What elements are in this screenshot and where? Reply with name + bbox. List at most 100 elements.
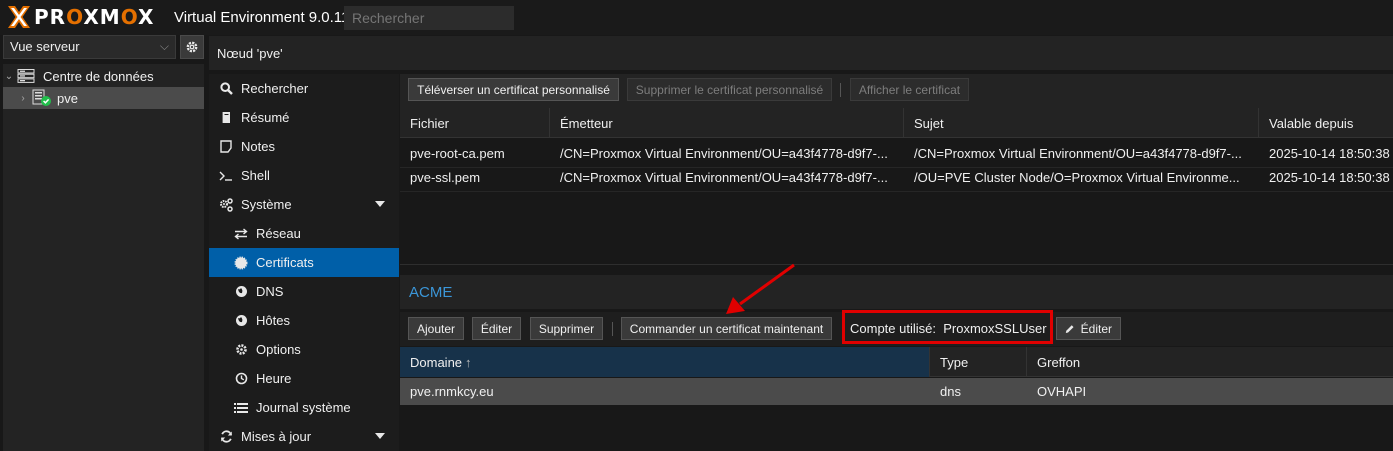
tree-item-label: pve (57, 90, 78, 106)
proxmox-wordmark: PROXMOX (34, 5, 155, 29)
nav-item-resume[interactable]: Résumé (209, 103, 399, 132)
nav-item-systeme[interactable]: Système (209, 190, 399, 219)
acme-title: ACME (409, 284, 453, 301)
panel-divider (400, 264, 1393, 265)
tree-item-datacenter[interactable]: ⌄ Centre de données (3, 65, 204, 87)
delete-custom-certificate-button[interactable]: Supprimer le certificat personnalisé (627, 78, 832, 101)
edit-account-button[interactable]: Éditer (1056, 317, 1121, 340)
cell-emetteur: /CN=Proxmox Virtual Environment/OU=a43f4… (560, 170, 888, 185)
certificates-grid-header: Fichier Émetteur Sujet Valable depuis (400, 108, 1393, 138)
expand-toggle-icon[interactable]: ⌄ (3, 71, 15, 82)
product-version: Virtual Environment 9.0.11 (174, 9, 350, 26)
column-header-type[interactable]: Type (930, 347, 1027, 377)
column-header-label: Domaine (410, 354, 463, 370)
table-row[interactable]: pve-ssl.pem /CN=Proxmox Virtual Environm… (400, 163, 1393, 192)
nav-item-journal-systeme[interactable]: Journal système (209, 393, 399, 422)
refresh-icon (219, 430, 233, 444)
view-select[interactable]: Vue serveur ⌵ (3, 35, 176, 59)
global-search-input[interactable] (344, 6, 514, 30)
globe-icon (234, 314, 248, 328)
column-header-greffon[interactable]: Greffon (1027, 347, 1393, 377)
pencil-icon (1065, 324, 1074, 333)
nav-item-label: Hôtes (256, 313, 290, 328)
cell-sujet: /OU=PVE Cluster Node/O=Proxmox Virtual E… (914, 170, 1240, 185)
nav-item-label: Certificats (256, 255, 314, 270)
table-row[interactable]: pve.rnmkcy.eu dns OVHAPI (400, 378, 1393, 405)
view-select-value: Vue serveur (10, 39, 80, 54)
list-icon (234, 401, 248, 415)
clock-icon (234, 372, 248, 386)
cell-greffon: OVHAPI (1037, 384, 1087, 399)
acme-title-bar (400, 275, 1393, 309)
datacenter-icon (17, 69, 35, 83)
column-header-fichier[interactable]: Fichier (400, 108, 550, 138)
nav-item-label: Options (256, 342, 301, 357)
nav-item-rechercher[interactable]: Rechercher (209, 74, 399, 103)
nav-item-label: Journal système (256, 400, 351, 415)
acme-account-label: Compte utilisé: (850, 321, 936, 336)
acme-delete-button[interactable]: Supprimer (530, 317, 603, 340)
notes-icon (219, 140, 233, 154)
nav-item-notes[interactable]: Notes (209, 132, 399, 161)
proxmox-logo[interactable]: PROXMOX (6, 5, 154, 29)
annotation-arrow-icon (726, 263, 795, 314)
cell-type: dns (940, 384, 961, 399)
acme-account-display: Compte utilisé: ProxmoxSSLUser (850, 321, 1047, 336)
nav-item-hotes[interactable]: Hôtes (209, 306, 399, 335)
collapse-caret-icon[interactable] (375, 201, 385, 207)
view-certificate-button[interactable]: Afficher le certificat (850, 78, 969, 101)
nav-item-heure[interactable]: Heure (209, 364, 399, 393)
toolbar-separator (840, 83, 841, 97)
sort-ascending-icon: ↑ (465, 354, 472, 370)
cogs-icon (219, 197, 233, 212)
network-icon (234, 227, 248, 241)
node-online-icon (32, 89, 51, 106)
nav-item-options[interactable]: Options (209, 335, 399, 364)
nav-item-label: Réseau (256, 226, 301, 241)
globe-icon (234, 285, 248, 299)
nav-item-label: Shell (241, 168, 270, 183)
column-header-domaine[interactable]: Domaine ↑ (400, 347, 930, 377)
view-settings-button[interactable] (180, 35, 204, 59)
upload-custom-certificate-button[interactable]: Téléverser un certificat personnalisé (408, 78, 619, 101)
nav-item-shell[interactable]: Shell (209, 161, 399, 190)
acme-add-button[interactable]: Ajouter (408, 317, 464, 340)
collapse-caret-icon[interactable] (375, 433, 385, 439)
nav-item-dns[interactable]: DNS (209, 277, 399, 306)
acme-edit-button[interactable]: Éditer (472, 317, 521, 340)
resource-tree: ⌄ Centre de données › pve (3, 64, 204, 451)
toolbar-separator (612, 322, 613, 336)
proxmox-x-icon (8, 6, 30, 28)
nav-item-mises-a-jour[interactable]: Mises à jour (209, 422, 399, 451)
page-title: Nœud 'pve' (217, 46, 283, 61)
tree-item-pve[interactable]: › pve (3, 87, 204, 109)
nav-item-certificats[interactable]: Certificats (209, 248, 399, 277)
acme-grid-header: Domaine ↑ Type Greffon (400, 347, 1393, 377)
column-header-valable-depuis[interactable]: Valable depuis (1259, 108, 1393, 138)
nav-item-label: Notes (241, 139, 275, 154)
nav-item-label: Rechercher (241, 81, 309, 96)
certificate-icon (234, 256, 248, 270)
column-header-sujet[interactable]: Sujet (904, 108, 1259, 138)
nav-item-label: DNS (256, 284, 284, 299)
cell-domaine: pve.rnmkcy.eu (410, 384, 494, 399)
cell-valable-depuis: 2025-10-14 18:50:38 (1269, 170, 1390, 185)
edit-account-label: Éditer (1080, 321, 1112, 336)
terminal-icon (219, 169, 233, 183)
nav-item-reseau[interactable]: Réseau (209, 219, 399, 248)
nav-item-label: Heure (256, 371, 292, 386)
chevron-down-icon: ⌵ (159, 39, 169, 53)
gear-icon (234, 343, 248, 357)
tree-item-label: Centre de données (43, 68, 154, 84)
gear-icon (186, 41, 198, 53)
acme-account-value: ProxmoxSSLUser (943, 321, 1047, 336)
column-header-emetteur[interactable]: Émetteur (550, 108, 904, 138)
summary-icon (219, 111, 233, 125)
nav-item-label: Résumé (241, 110, 290, 125)
cell-fichier: pve-ssl.pem (410, 170, 481, 185)
chevron-right-icon[interactable]: › (17, 93, 29, 104)
node-nav-menu: Rechercher Résumé Notes Shell Système Ré… (209, 74, 399, 451)
search-icon (219, 82, 233, 96)
nav-item-label: Système (241, 197, 292, 212)
nav-item-label: Mises à jour (241, 429, 312, 444)
